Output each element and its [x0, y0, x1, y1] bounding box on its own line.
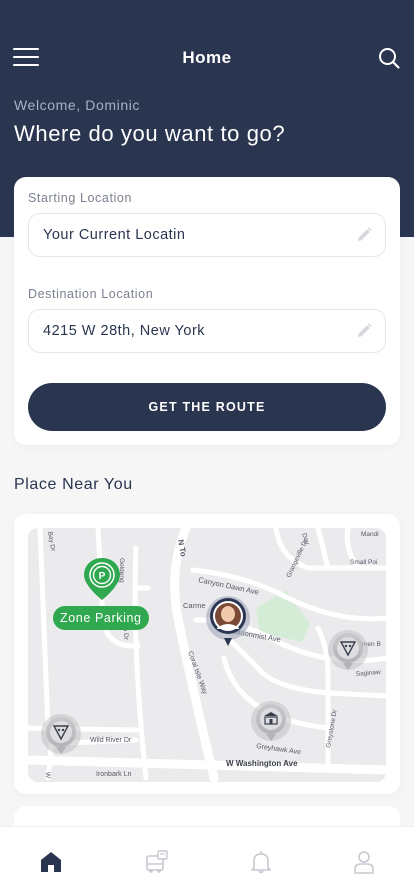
- pencil-icon[interactable]: [355, 226, 373, 244]
- next-card-peek: [14, 806, 400, 826]
- start-location-value: Your Current Locatin: [43, 227, 186, 243]
- bell-icon[interactable]: [248, 849, 274, 875]
- destination-label: Destination Location: [28, 287, 154, 301]
- destination-field[interactable]: 4215 W 28th, New York: [28, 309, 386, 353]
- svg-text:Wild River Dr: Wild River Dr: [90, 737, 132, 744]
- map-canvas: N To Canyon Dawn Ave Carme Moonmist Ave …: [28, 528, 386, 782]
- get-route-button[interactable]: GET THE ROUTE: [28, 383, 386, 431]
- restaurant-pin-icon: [41, 714, 81, 754]
- bus-icon[interactable]: [144, 849, 170, 875]
- svg-text:P: P: [99, 571, 106, 582]
- bottom-nav: [0, 826, 414, 896]
- restaurant-pin-icon: [328, 630, 368, 670]
- route-card: Starting Location Your Current Locatin D…: [14, 177, 400, 445]
- destination-value: 4215 W 28th, New York: [43, 323, 206, 339]
- svg-text:Ironbark Ln: Ironbark Ln: [96, 771, 132, 778]
- start-label: Starting Location: [28, 191, 133, 205]
- top-bar: Home: [0, 38, 414, 78]
- svg-text:W: W: [44, 772, 51, 779]
- svg-text:Mandi: Mandi: [361, 531, 379, 538]
- svg-text:Carme: Carme: [183, 601, 206, 610]
- page-title: Home: [182, 48, 232, 67]
- welcome-text: Welcome, Dominic: [14, 97, 141, 113]
- map-card: N To Canyon Dawn Ave Carme Moonmist Ave …: [14, 514, 400, 794]
- headline: Where do you want to go?: [14, 121, 286, 146]
- svg-text:W Washington Ave: W Washington Ave: [226, 759, 298, 768]
- profile-icon[interactable]: [351, 849, 377, 875]
- pencil-icon[interactable]: [355, 322, 373, 340]
- parking-label[interactable]: Zone Parking: [53, 606, 149, 630]
- home-icon[interactable]: [38, 849, 64, 875]
- section-title: Place Near You: [14, 476, 133, 493]
- bank-pin-icon: [251, 701, 291, 741]
- search-icon[interactable]: [377, 46, 401, 70]
- map-view[interactable]: N To Canyon Dawn Ave Carme Moonmist Ave …: [28, 528, 386, 782]
- svg-text:Small Poi: Small Poi: [350, 559, 377, 566]
- start-location-field[interactable]: Your Current Locatin: [28, 213, 386, 257]
